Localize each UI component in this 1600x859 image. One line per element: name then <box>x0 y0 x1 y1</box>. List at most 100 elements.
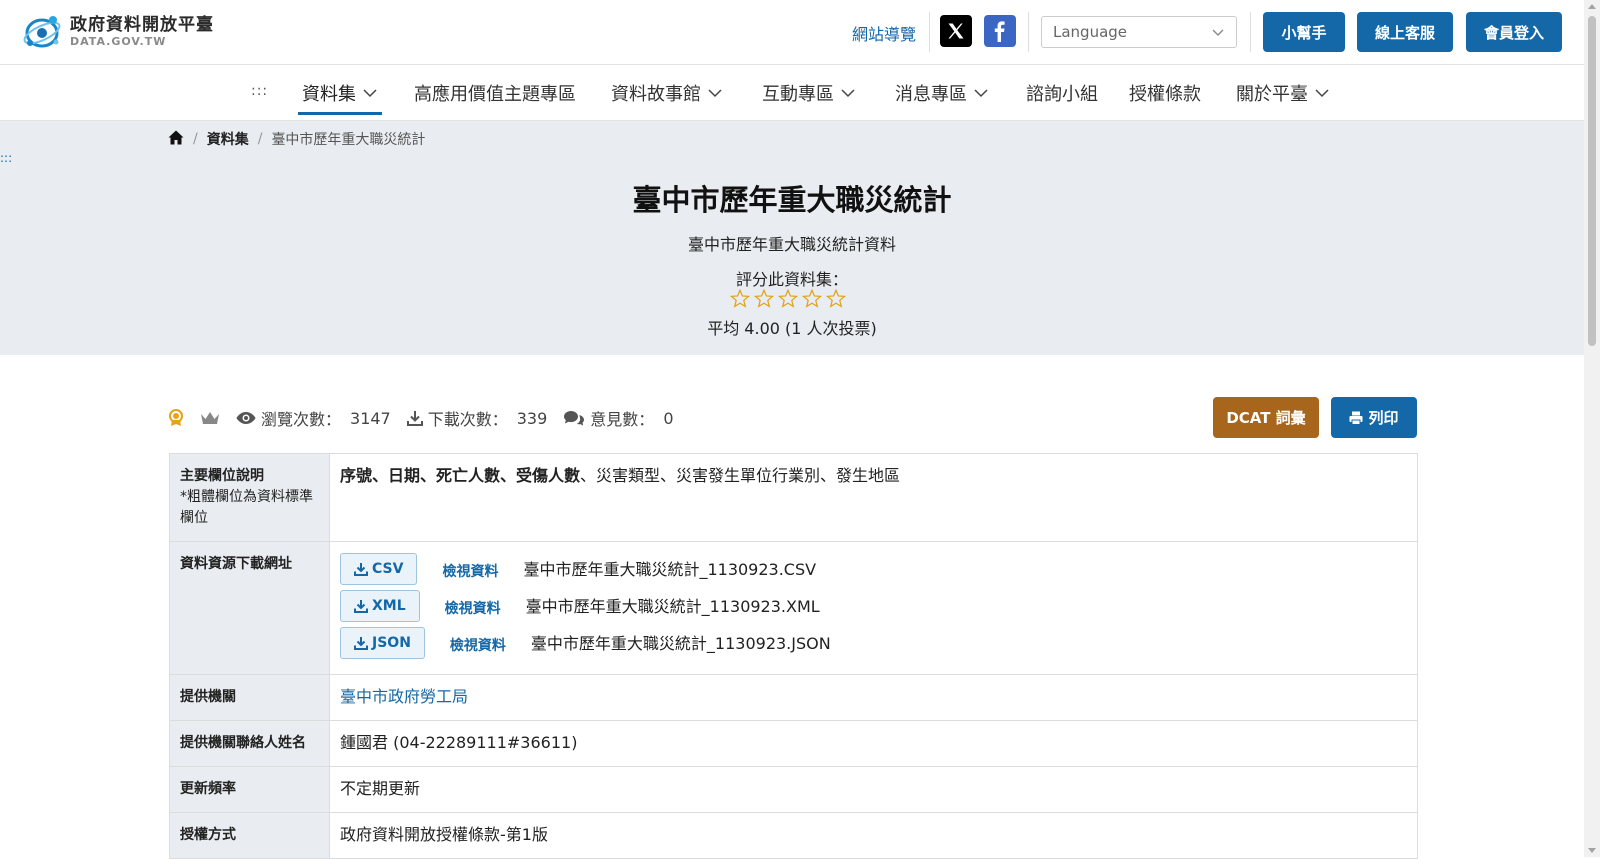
views-label: 瀏覽次數： <box>261 410 342 429</box>
x-twitter-link[interactable] <box>940 15 972 47</box>
resource-name: 臺中市歷年重大職災統計_1130923.JSON <box>530 633 831 653</box>
scroll-thumb[interactable] <box>1588 16 1596 346</box>
award-icon <box>169 409 183 426</box>
main-nav: ::: 資料集 高應用價值主題專區 資料故事館 互動專區 消息專區 諮詢小組 授… <box>0 65 1584 121</box>
facebook-link[interactable] <box>984 15 1016 47</box>
chevron-down-icon <box>841 89 855 98</box>
rating-summary: 平均 4.00 (1 人次投票) <box>707 319 877 338</box>
star-icon[interactable] <box>826 289 846 308</box>
row-header: 更新頻率 <box>169 766 330 813</box>
helper-button[interactable]: 小幫手 <box>1263 12 1345 52</box>
download-icon <box>354 637 368 650</box>
downloads-label: 下載次數： <box>427 410 508 429</box>
printer-icon <box>1349 411 1363 425</box>
provider-link[interactable]: 臺中市政府勞工局 <box>340 687 468 706</box>
nav-item-label: 授權條款 <box>1129 84 1201 105</box>
dataset-stats: 瀏覽次數： 3147 下載次數： 339 意見數： 0 <box>168 404 690 432</box>
views-count: 3147 <box>350 408 391 428</box>
dcat-button[interactable]: DCAT 詞彙 <box>1213 397 1319 438</box>
chevron-down-icon <box>708 89 722 98</box>
dataset-info-table: 主要欄位說明 *粗體欄位為資料標準欄位 序號、日期、死亡人數、受傷人數、災害類型… <box>169 453 1418 859</box>
nav-item-license[interactable]: 授權條款 <box>1129 65 1201 121</box>
table-row: 授權方式 政府資料開放授權條款-第1版 <box>169 812 1418 859</box>
page-scrollbar[interactable] <box>1584 0 1600 857</box>
resource-name: 臺中市歷年重大職災統計_1130923.XML <box>525 596 820 616</box>
chevron-down-icon <box>1212 29 1224 36</box>
table-row: 更新頻率 不定期更新 <box>169 766 1418 813</box>
download-icon <box>406 411 423 426</box>
download-icon <box>354 563 368 576</box>
download-json-button[interactable]: JSON <box>340 627 425 659</box>
downloads-stat: 下載次數： 339 <box>406 406 547 430</box>
view-data-link[interactable]: 檢視資料 <box>442 562 498 583</box>
print-button[interactable]: 列印 <box>1331 397 1417 438</box>
breadcrumb-home[interactable] <box>168 130 184 149</box>
nav-item-interactive[interactable]: 互動專區 <box>762 65 856 121</box>
eye-icon <box>236 412 256 424</box>
views-stat: 瀏覽次數： 3147 <box>236 406 391 430</box>
nav-item-label: 消息專區 <box>895 84 967 105</box>
nav-item-stories[interactable]: 資料故事館 <box>611 65 723 121</box>
scroll-down-icon[interactable] <box>1588 848 1596 853</box>
nav-item-label: 資料集 <box>302 84 356 105</box>
nav-item-label: 諮詢小組 <box>1026 84 1098 105</box>
nav-item-high-value[interactable]: 高應用價值主題專區 <box>414 65 576 121</box>
divider <box>1028 12 1029 52</box>
scroll-up-icon[interactable] <box>1588 4 1596 9</box>
comments-stat: 意見數： 0 <box>563 406 674 430</box>
home-icon <box>168 130 184 144</box>
download-xml-button[interactable]: XML <box>340 590 420 622</box>
member-login-button[interactable]: 會員登入 <box>1466 12 1562 52</box>
row-header: 授權方式 <box>169 812 330 859</box>
logo-subtitle: DATA.GOV.TW <box>70 34 167 48</box>
nav-item-label: 互動專區 <box>762 84 834 105</box>
language-select-value: Language <box>1053 23 1128 41</box>
sitemap-link[interactable]: 網站導覽 <box>852 21 916 45</box>
nav-item-datasets[interactable]: 資料集 <box>298 65 382 121</box>
star-icon[interactable] <box>754 289 774 308</box>
content-accesskey[interactable]: ::: <box>0 151 12 165</box>
nav-item-advisory[interactable]: 諮詢小組 <box>1026 65 1098 121</box>
facebook-icon <box>994 21 1005 42</box>
view-data-link[interactable]: 檢視資料 <box>445 599 501 620</box>
page-title: 臺中市歷年重大職災統計 <box>632 183 952 217</box>
chevron-down-icon <box>974 89 988 98</box>
chevron-down-icon <box>363 89 377 98</box>
table-row: 提供機關 臺中市政府勞工局 <box>169 674 1418 721</box>
online-service-button[interactable]: 線上客服 <box>1357 12 1453 52</box>
site-logo[interactable]: 政府資料開放平臺 DATA.GOV.TW <box>22 12 214 50</box>
download-csv-button[interactable]: CSV <box>340 553 418 585</box>
row-header: 資料資源下載網址 <box>169 541 330 675</box>
page-subtitle: 臺中市歷年重大職災統計資料 <box>687 235 896 254</box>
nav-item-label: 資料故事館 <box>611 84 701 105</box>
divider <box>929 12 930 52</box>
breadcrumb-datasets[interactable]: 資料集 <box>207 129 249 149</box>
nav-accesskey[interactable]: ::: <box>251 83 268 99</box>
view-data-link[interactable]: 檢視資料 <box>450 636 506 657</box>
row-header: 主要欄位說明 *粗體欄位為資料標準欄位 <box>169 453 330 542</box>
crown-badge <box>200 410 220 426</box>
comments-count: 0 <box>663 408 674 428</box>
license-value: 政府資料開放授權條款-第1版 <box>329 812 1418 859</box>
site-header: 政府資料開放平臺 DATA.GOV.TW 網站導覽 Language 小幫手 線… <box>0 0 1584 65</box>
nav-item-label: 關於平臺 <box>1236 84 1308 105</box>
resource-name: 臺中市歷年重大職災統計_1130923.CSV <box>523 559 817 579</box>
x-icon <box>948 23 964 39</box>
row-value: CSV 檢視資料 臺中市歷年重大職災統計_1130923.CSV XML 檢視資… <box>329 541 1418 675</box>
star-icon[interactable] <box>802 289 822 308</box>
language-select[interactable]: Language <box>1041 16 1237 48</box>
nav-item-news[interactable]: 消息專區 <box>895 65 989 121</box>
star-icon[interactable] <box>730 289 750 308</box>
table-row: 資料資源下載網址 CSV 檢視資料 臺中市歷年重大職災統計_1130923.CS… <box>169 541 1418 675</box>
resource-item: XML 檢視資料 臺中市歷年重大職災統計_1130923.XML <box>340 588 1407 624</box>
resource-item: JSON 檢視資料 臺中市歷年重大職災統計_1130923.JSON <box>340 625 1407 661</box>
comments-icon <box>564 411 585 426</box>
breadcrumb: / 資料集 / 臺中市歷年重大職災統計 <box>168 129 425 149</box>
rating-stars <box>730 289 846 308</box>
logo-title: 政府資料開放平臺 <box>70 14 214 35</box>
logo-icon <box>22 12 64 50</box>
contact-value: 鍾國君 (04-22289111#36611) <box>329 720 1418 767</box>
row-header: 提供機關聯絡人姓名 <box>169 720 330 767</box>
star-icon[interactable] <box>778 289 798 308</box>
nav-item-about[interactable]: 關於平臺 <box>1236 65 1330 121</box>
